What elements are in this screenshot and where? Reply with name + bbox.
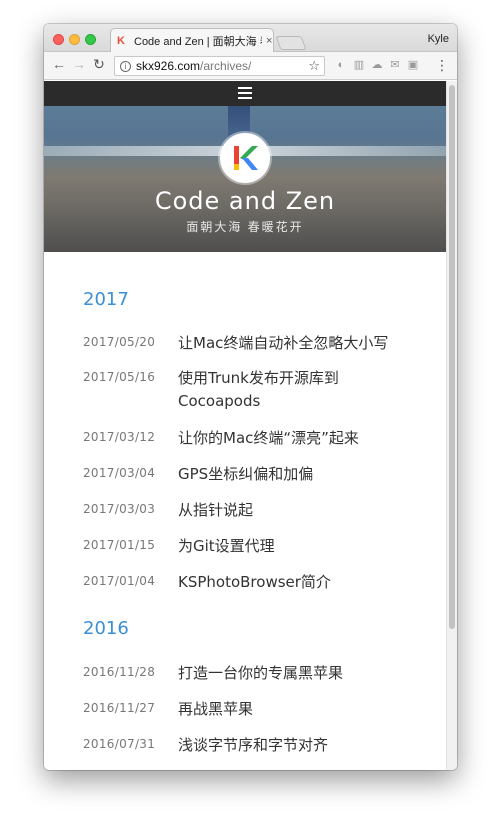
scrollbar-thumb[interactable] [449, 85, 455, 629]
profile-name[interactable]: Kyle [428, 33, 449, 45]
k-logo-icon [234, 146, 258, 170]
post-title-link[interactable]: 让Mac终端自动补全忽略大小写 [178, 332, 398, 355]
url-host: skx926.com [136, 59, 201, 73]
post-title-link[interactable]: 再战黑苹果 [178, 698, 398, 721]
post-date: 2017/01/04 [83, 574, 156, 588]
archive-year-heading: 2016 [83, 618, 129, 639]
tab-active[interactable]: K Code and Zen | 面朝大海 春暖花开 × [110, 28, 274, 53]
scrollbar-track[interactable] [446, 81, 457, 770]
post-date: 2017/03/03 [83, 502, 156, 516]
post-date: 2017/05/16 [83, 370, 156, 384]
post-title-link[interactable]: 让你的Mac终端“漂亮”起来 [178, 427, 398, 450]
reload-icon[interactable]: ↻ [90, 56, 108, 73]
bookmark-star-icon[interactable]: ☆ [308, 58, 320, 74]
post-title-link[interactable]: 使用Trunk发布开源库到Cocoapods [178, 367, 358, 413]
post-title-link[interactable]: 为Git设置代理 [178, 535, 398, 558]
post-date: 2017/05/20 [83, 335, 156, 349]
info-icon[interactable]: i [120, 60, 131, 72]
post-title-link[interactable]: 浅谈字节序和字节对齐 [178, 734, 398, 757]
post-date: 2017/03/04 [83, 466, 156, 480]
post-date: 2016/11/27 [83, 701, 156, 715]
site-logo[interactable] [220, 133, 270, 183]
site-title[interactable]: Code and Zen [44, 187, 446, 215]
post-date: 2017/03/12 [83, 430, 156, 444]
address-bar[interactable]: i skx926.com /archives/ ☆ [114, 56, 325, 76]
extension-icon[interactable]: ◐ [335, 59, 347, 71]
post-title-link[interactable]: 打造一台你的专属黑苹果 [178, 662, 398, 685]
hero-banner: Code and Zen 面朝大海 春暖花开 [44, 106, 446, 252]
site-navbar [44, 81, 446, 106]
site-subtitle: 面朝大海 春暖花开 [186, 220, 304, 234]
post-title-link[interactable]: 从指针说起 [178, 499, 398, 522]
post-date: 2017/01/15 [83, 538, 156, 552]
tab-close-icon[interactable]: × [266, 35, 272, 47]
extension-icon[interactable]: ▣ [407, 59, 419, 71]
extension-icon[interactable]: ▥ [353, 59, 365, 71]
post-title-link[interactable]: KSPhotoBrowser简介 [178, 571, 398, 594]
minimize-window-button[interactable] [69, 34, 80, 45]
close-window-button[interactable] [53, 34, 64, 45]
tab-bar: K Code and Zen | 面朝大海 春暖花开 × Kyle [44, 24, 457, 53]
zoom-window-button[interactable] [85, 34, 96, 45]
forward-arrow-icon[interactable]: → [70, 56, 88, 72]
hamburger-menu-icon[interactable] [238, 87, 252, 99]
browser-window: K Code and Zen | 面朝大海 春暖花开 × Kyle ← → ↻ … [44, 24, 457, 770]
extension-icon[interactable]: ☁ [371, 59, 383, 71]
new-tab-button[interactable] [275, 36, 307, 50]
back-arrow-icon[interactable]: ← [50, 56, 68, 72]
post-date: 2016/07/31 [83, 737, 156, 751]
mail-icon[interactable]: ✉ [389, 59, 401, 71]
browser-toolbar: ← → ↻ i skx926.com /archives/ ☆ ◐ ▥ ☁ ✉ … [44, 52, 457, 80]
post-date: 2016/11/28 [83, 665, 156, 679]
more-vertical-icon[interactable]: ⋮ [435, 57, 449, 74]
post-title-link[interactable]: GPS坐标纠偏和加偏 [178, 463, 398, 486]
tab-title: Code and Zen | 面朝大海 春暖花开 [134, 36, 262, 48]
site-favicon-icon: K [117, 35, 125, 47]
url-path: /archives/ [200, 59, 252, 73]
archive-year-heading: 2017 [83, 289, 129, 310]
page-viewport: Code and Zen 面朝大海 春暖花开 2017 2017/05/20 让… [44, 81, 457, 770]
